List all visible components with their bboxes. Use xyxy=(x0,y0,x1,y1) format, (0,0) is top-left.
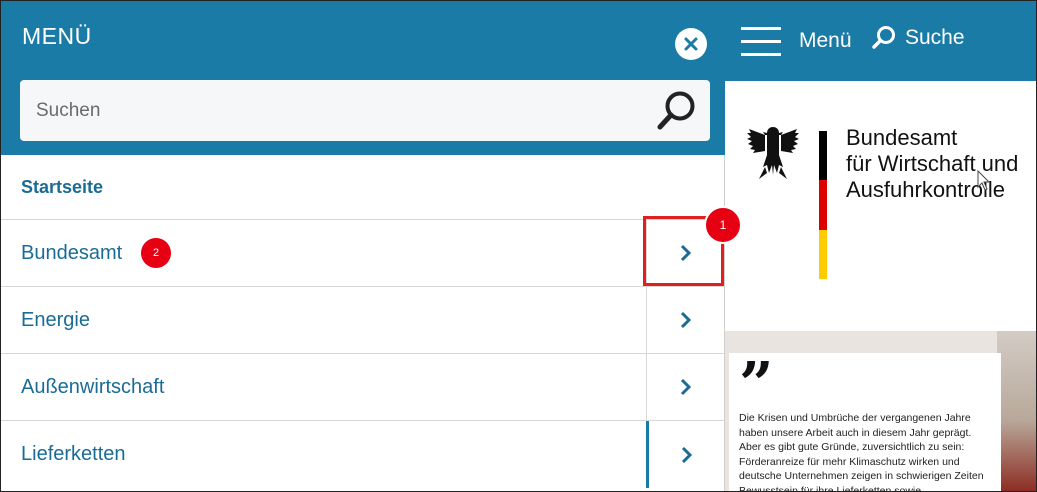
quote-card: ” Die Krisen und Umbrüche der vergangene… xyxy=(729,350,1001,492)
hero-banner: ” Die Krisen und Umbrüche der vergangene… xyxy=(725,331,1036,492)
mouse-cursor-icon xyxy=(977,170,991,191)
menu-item-label[interactable]: Energie xyxy=(21,309,90,332)
federal-eagle-icon xyxy=(747,127,799,179)
menu-item-label[interactable]: Startseite xyxy=(21,177,103,198)
hero-background-image xyxy=(997,331,1036,491)
expand-energie-button[interactable] xyxy=(646,287,725,353)
menu-header: MENÜ xyxy=(1,1,725,155)
org-name: Bundesamt für Wirtschaft und Ausfuhrkont… xyxy=(846,125,1018,203)
menu-title: MENÜ xyxy=(22,23,92,49)
chevron-right-icon xyxy=(680,311,692,329)
site-header: Menü Suche xyxy=(725,1,1036,81)
step-badge-2: 2 xyxy=(141,238,171,268)
menu-search-box xyxy=(20,80,710,141)
chevron-right-icon xyxy=(681,446,693,463)
org-name-line: Ausfuhrkontrolle xyxy=(846,177,1005,202)
menu-item-label[interactable]: Lieferketten xyxy=(21,443,126,466)
org-name-line: Bundesamt xyxy=(846,125,958,150)
org-name-line: für Wirtschaft und xyxy=(846,151,1019,176)
menu-item-label[interactable]: Außenwirtschaft xyxy=(21,376,164,399)
menu-list: Startseite Bundesamt 2 Energie Außenwirt… xyxy=(1,156,725,488)
quote-text: Die Krisen und Umbrüche der vergangenen … xyxy=(739,412,984,492)
site-search-link[interactable]: Suche xyxy=(871,25,965,51)
menu-item-label[interactable]: Bundesamt xyxy=(21,242,122,265)
site-search-label: Suche xyxy=(905,26,965,49)
menu-item-startseite[interactable]: Startseite xyxy=(1,156,725,220)
site-menu-link[interactable]: Menü xyxy=(799,29,852,53)
search-input[interactable] xyxy=(20,80,640,141)
step-badge-1: 1 xyxy=(704,206,742,244)
menu-item-bundesamt[interactable]: Bundesamt 2 xyxy=(1,220,725,287)
website-panel: Menü Suche Bundesamt für Wirtschaft und … xyxy=(725,1,1036,492)
browser-viewport: MENÜ Startseite Bun xyxy=(0,0,1037,492)
search-button[interactable] xyxy=(648,86,704,136)
menu-item-energie[interactable]: Energie xyxy=(1,287,725,354)
expand-aussenwirtschaft-button[interactable] xyxy=(646,354,725,420)
search-icon xyxy=(657,91,695,130)
search-icon xyxy=(872,26,895,49)
hamburger-icon[interactable] xyxy=(741,27,781,59)
menu-item-aussenwirtschaft[interactable]: Außenwirtschaft xyxy=(1,354,725,421)
menu-item-lieferketten[interactable]: Lieferketten xyxy=(1,421,725,488)
navigation-menu-panel: MENÜ Startseite Bun xyxy=(1,1,725,491)
close-icon xyxy=(684,37,698,51)
close-menu-button[interactable] xyxy=(675,28,707,60)
chevron-right-icon xyxy=(680,378,692,396)
site-logo[interactable]: Bundesamt für Wirtschaft und Ausfuhrkont… xyxy=(725,81,1036,331)
flag-bar xyxy=(819,131,827,279)
expand-lieferketten-button[interactable] xyxy=(646,421,725,488)
quote-mark: ” xyxy=(739,350,774,420)
